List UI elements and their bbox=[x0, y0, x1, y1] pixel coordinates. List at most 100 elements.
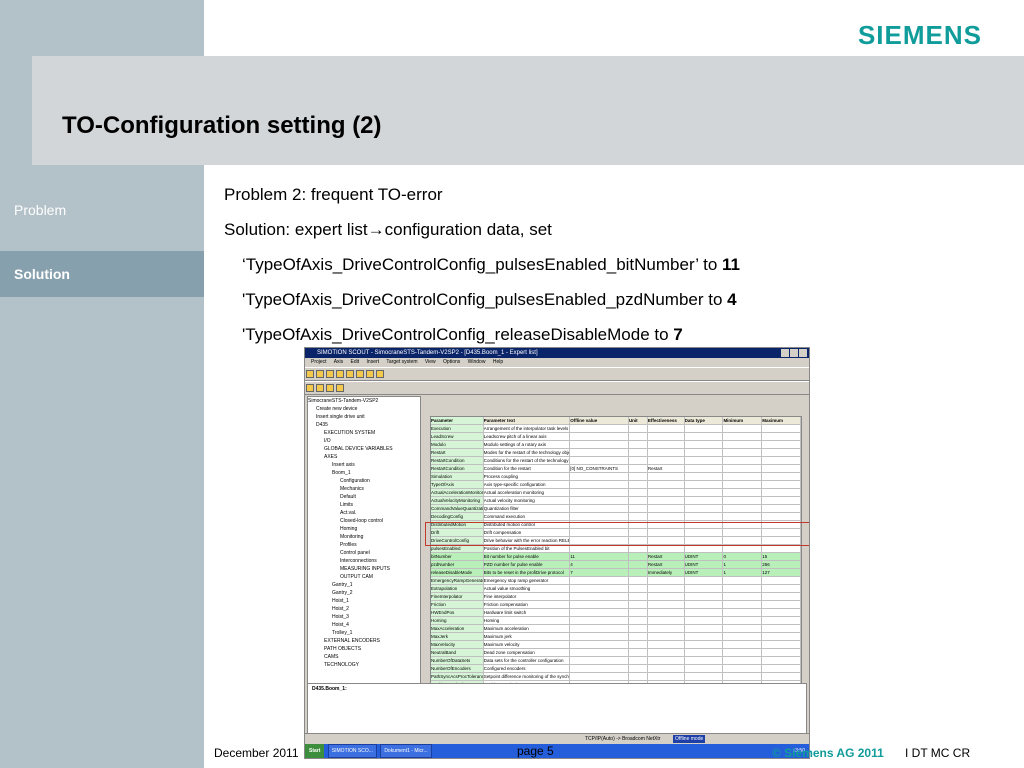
cut-icon[interactable] bbox=[336, 370, 344, 378]
menu-options[interactable]: Options bbox=[443, 359, 460, 365]
table-cell bbox=[648, 449, 685, 456]
table-row[interactable]: Execution Arrangement of the interpolator… bbox=[431, 425, 801, 433]
scout-screenshot: SIMOTION SCOUT - SimocraneSTS-Tandem-V2S… bbox=[304, 347, 810, 759]
table-row[interactable]: ActualAccelerationMonitor Actual accelera… bbox=[431, 489, 801, 497]
sidebar-item-solution[interactable]: Solution bbox=[0, 251, 204, 297]
table-row[interactable]: MaxAcceleration Maximum acceleration bbox=[431, 625, 801, 633]
tree-item[interactable]: EXECUTION SYSTEM bbox=[308, 429, 420, 437]
table-row[interactable]: LeadScrew Leadscrew pitch of a linear axi… bbox=[431, 433, 801, 441]
tree-item[interactable]: I/O bbox=[308, 437, 420, 445]
run-icon[interactable] bbox=[326, 384, 334, 392]
compile-icon[interactable] bbox=[366, 370, 374, 378]
tree-item[interactable]: Insert single drive unit bbox=[308, 413, 420, 421]
new-icon[interactable] bbox=[306, 370, 314, 378]
table-row[interactable]: PathSyncAcsProcTolerance Setpoint differe… bbox=[431, 673, 801, 681]
table-row[interactable]: releaseDisableMode Bits to be reset in th… bbox=[431, 569, 801, 577]
tree-item[interactable]: Hoist_1 bbox=[308, 597, 420, 605]
tree-item[interactable]: Gantry_1 bbox=[308, 581, 420, 589]
menu-insert[interactable]: Insert bbox=[367, 359, 380, 365]
open-icon[interactable] bbox=[316, 370, 324, 378]
table-row[interactable]: MaxJerk Maximum jerk bbox=[431, 633, 801, 641]
table-row[interactable]: CommandValueQuantization Quantization fil… bbox=[431, 505, 801, 513]
tree-item[interactable]: Default bbox=[308, 493, 420, 501]
maximize-icon[interactable] bbox=[790, 349, 798, 357]
tree-item[interactable]: Hoist_2 bbox=[308, 605, 420, 613]
copy-icon[interactable] bbox=[346, 370, 354, 378]
tree-item[interactable]: Closed-loop control bbox=[308, 517, 420, 525]
tree-item[interactable]: EXTERNAL ENCODERS bbox=[308, 637, 420, 645]
tree-item[interactable]: Profiles bbox=[308, 541, 420, 549]
save-icon[interactable] bbox=[326, 370, 334, 378]
menu-project[interactable]: Project bbox=[311, 359, 327, 365]
online-icon[interactable] bbox=[306, 384, 314, 392]
download-icon[interactable] bbox=[376, 370, 384, 378]
tree-item[interactable]: Mechanics bbox=[308, 485, 420, 493]
table-row[interactable]: RestartCondition Conditions for the resta… bbox=[431, 457, 801, 465]
tree-item[interactable]: Interconnections bbox=[308, 557, 420, 565]
tree-item[interactable]: Hoist_3 bbox=[308, 613, 420, 621]
table-row[interactable]: Extrapolation Actual value smoothing bbox=[431, 585, 801, 593]
table-cell bbox=[570, 633, 629, 640]
tree-item[interactable]: Create new device bbox=[308, 405, 420, 413]
table-row[interactable]: Restart Modes for the restart of the tech… bbox=[431, 449, 801, 457]
table-cell: UDINT bbox=[684, 561, 724, 568]
table-row[interactable]: Simulation Process coupling bbox=[431, 473, 801, 481]
stop-icon[interactable] bbox=[336, 384, 344, 392]
table-row[interactable]: Homing Homing bbox=[431, 617, 801, 625]
table-row[interactable]: Modulo Modulo settings of a rotary axis bbox=[431, 441, 801, 449]
sidebar-item-problem[interactable]: Problem bbox=[0, 187, 204, 233]
paste-icon[interactable] bbox=[356, 370, 364, 378]
grid-header: Data type bbox=[685, 417, 724, 424]
menu-view[interactable]: View bbox=[425, 359, 436, 365]
tree-item[interactable]: TECHNOLOGY bbox=[308, 661, 420, 669]
table-cell bbox=[629, 505, 648, 512]
close-icon[interactable] bbox=[799, 349, 807, 357]
tree-item[interactable]: AXES bbox=[308, 453, 420, 461]
tree-item[interactable]: Monitoring bbox=[308, 533, 420, 541]
tree-item[interactable]: Insert axis bbox=[308, 461, 420, 469]
table-cell bbox=[570, 473, 629, 480]
table-row[interactable]: HWEndPos Hardware limit switch bbox=[431, 609, 801, 617]
tree-item[interactable]: Limits bbox=[308, 501, 420, 509]
tree-item[interactable]: D435 bbox=[308, 421, 420, 429]
tree-item[interactable]: PATH OBJECTS bbox=[308, 645, 420, 653]
tree-item[interactable]: MEASURING INPUTS bbox=[308, 565, 420, 573]
tree-item[interactable]: Trolley_1 bbox=[308, 629, 420, 637]
tree-item[interactable]: Gantry_2 bbox=[308, 589, 420, 597]
table-row[interactable]: RestartCondition Condition for the restar… bbox=[431, 465, 801, 473]
tree-item[interactable]: Act.val. bbox=[308, 509, 420, 517]
table-row[interactable]: DecodingConfig Command execution bbox=[431, 513, 801, 521]
tree-item[interactable]: CAMS bbox=[308, 653, 420, 661]
tree-item[interactable]: SimocraneSTS-Tandem-V2SP2 bbox=[308, 397, 420, 405]
table-row[interactable]: NumberOfEncoders Configured encoders bbox=[431, 665, 801, 673]
menu-target-system[interactable]: Target system bbox=[386, 359, 417, 365]
menu-window[interactable]: Window bbox=[468, 359, 486, 365]
tree-item[interactable]: GLOBAL DEVICE VARIABLES bbox=[308, 445, 420, 453]
table-row[interactable]: ActualVelocityMonitoring Actual velocity … bbox=[431, 497, 801, 505]
tree-item[interactable]: Hoist_4 bbox=[308, 621, 420, 629]
menu-axis[interactable]: Axis bbox=[334, 359, 343, 365]
table-row[interactable]: Friction Friction compensation bbox=[431, 601, 801, 609]
menu-help[interactable]: Help bbox=[493, 359, 503, 365]
table-row[interactable]: FineInterpolator Fine interpolator bbox=[431, 593, 801, 601]
table-row[interactable]: NeutralBand Dead zone compensation bbox=[431, 649, 801, 657]
table-row[interactable]: TypeOfAxis Axis type-specific configurati… bbox=[431, 481, 801, 489]
table-row[interactable]: MaxVelocity Maximum velocity bbox=[431, 641, 801, 649]
table-row[interactable]: EmergencyRampGenerator Emergency stop ram… bbox=[431, 577, 801, 585]
table-row[interactable]: pulsesEnabled Position of the PulsesEnabl… bbox=[431, 545, 801, 553]
table-cell bbox=[570, 617, 629, 624]
menu-edit[interactable]: Edit bbox=[351, 359, 360, 365]
tree-item[interactable]: Configuration bbox=[308, 477, 420, 485]
table-row[interactable]: NumberOfDataSets Data sets for the contro… bbox=[431, 657, 801, 665]
table-cell: NumberOfEncoders bbox=[431, 665, 484, 672]
tree-item[interactable]: OUTPUT CAM bbox=[308, 573, 420, 581]
tree-item[interactable]: Homing bbox=[308, 525, 420, 533]
table-cell bbox=[685, 457, 724, 464]
minimize-icon[interactable] bbox=[781, 349, 789, 357]
grid-header-row: Parameter Parameter text Offline value U… bbox=[431, 417, 801, 425]
table-row[interactable]: bitNumber Bit number for pulse enable 11 Re… bbox=[431, 553, 801, 561]
tree-item[interactable]: Control panel bbox=[308, 549, 420, 557]
offline-icon[interactable] bbox=[316, 384, 324, 392]
tree-item[interactable]: Boom_1 bbox=[308, 469, 420, 477]
table-row[interactable]: pzdNumber PZD number for pulse enable 4 Res… bbox=[431, 561, 801, 569]
